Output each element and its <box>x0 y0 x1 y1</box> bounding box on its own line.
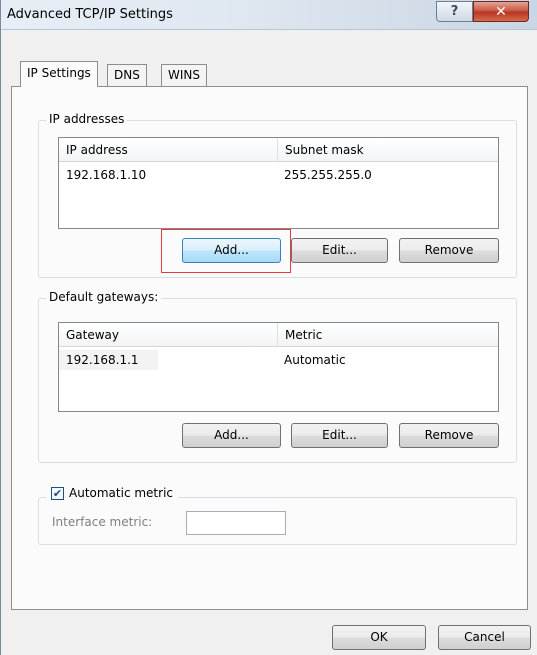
checkmark-icon: ✔ <box>52 487 63 500</box>
ip-remove-button[interactable]: Remove <box>399 238 499 263</box>
gateway-list[interactable]: Gateway Metric 192.168.1.1 Automatic <box>58 322 499 412</box>
ip-edit-button[interactable]: Edit... <box>291 238 388 263</box>
subnet-mask-cell: 255.255.255.0 <box>284 168 372 182</box>
help-button[interactable]: ? <box>436 1 473 22</box>
interface-metric-label: Interface metric: <box>52 515 153 529</box>
interface-metric-input[interactable] <box>186 511 286 535</box>
column-header-gateway[interactable]: Gateway <box>59 323 277 347</box>
gateway-cell: 192.168.1.1 <box>59 350 158 370</box>
column-header-ip-address[interactable]: IP address <box>59 138 277 162</box>
metric-cell: Automatic <box>284 353 346 367</box>
help-icon: ? <box>450 4 459 19</box>
automatic-metric-label[interactable]: Automatic metric <box>69 486 173 500</box>
title-bar[interactable]: Advanced TCP/IP Settings ? ✕ <box>1 0 537 30</box>
cancel-button[interactable]: Cancel <box>438 625 531 650</box>
column-header-metric[interactable]: Metric <box>277 323 498 347</box>
ip-addresses-group-title: IP addresses <box>46 112 128 126</box>
column-header-subnet-mask[interactable]: Subnet mask <box>277 138 498 162</box>
ip-address-cell: 192.168.1.10 <box>66 168 147 182</box>
tab-dns[interactable]: DNS <box>107 64 147 86</box>
highlight-box <box>161 229 291 273</box>
close-button[interactable]: ✕ <box>473 1 529 22</box>
gateway-remove-button[interactable]: Remove <box>399 423 499 448</box>
tab-ip-settings[interactable]: IP Settings <box>20 61 98 87</box>
gateway-add-button[interactable]: Add... <box>182 423 281 448</box>
window-title: Advanced TCP/IP Settings <box>7 7 173 22</box>
automatic-metric-header: ✔ Automatic metric <box>46 485 178 503</box>
default-gateways-group-title: Default gateways: <box>46 290 162 304</box>
gateway-edit-button[interactable]: Edit... <box>291 423 388 448</box>
ok-button[interactable]: OK <box>332 625 426 650</box>
tab-wins[interactable]: WINS <box>161 64 207 86</box>
ip-address-list[interactable]: IP address Subnet mask 192.168.1.10 255.… <box>58 137 499 229</box>
close-icon: ✕ <box>495 3 507 20</box>
automatic-metric-checkbox[interactable]: ✔ <box>51 487 64 500</box>
advanced-tcpip-dialog: Advanced TCP/IP Settings ? ✕ IP Settings… <box>0 0 537 655</box>
